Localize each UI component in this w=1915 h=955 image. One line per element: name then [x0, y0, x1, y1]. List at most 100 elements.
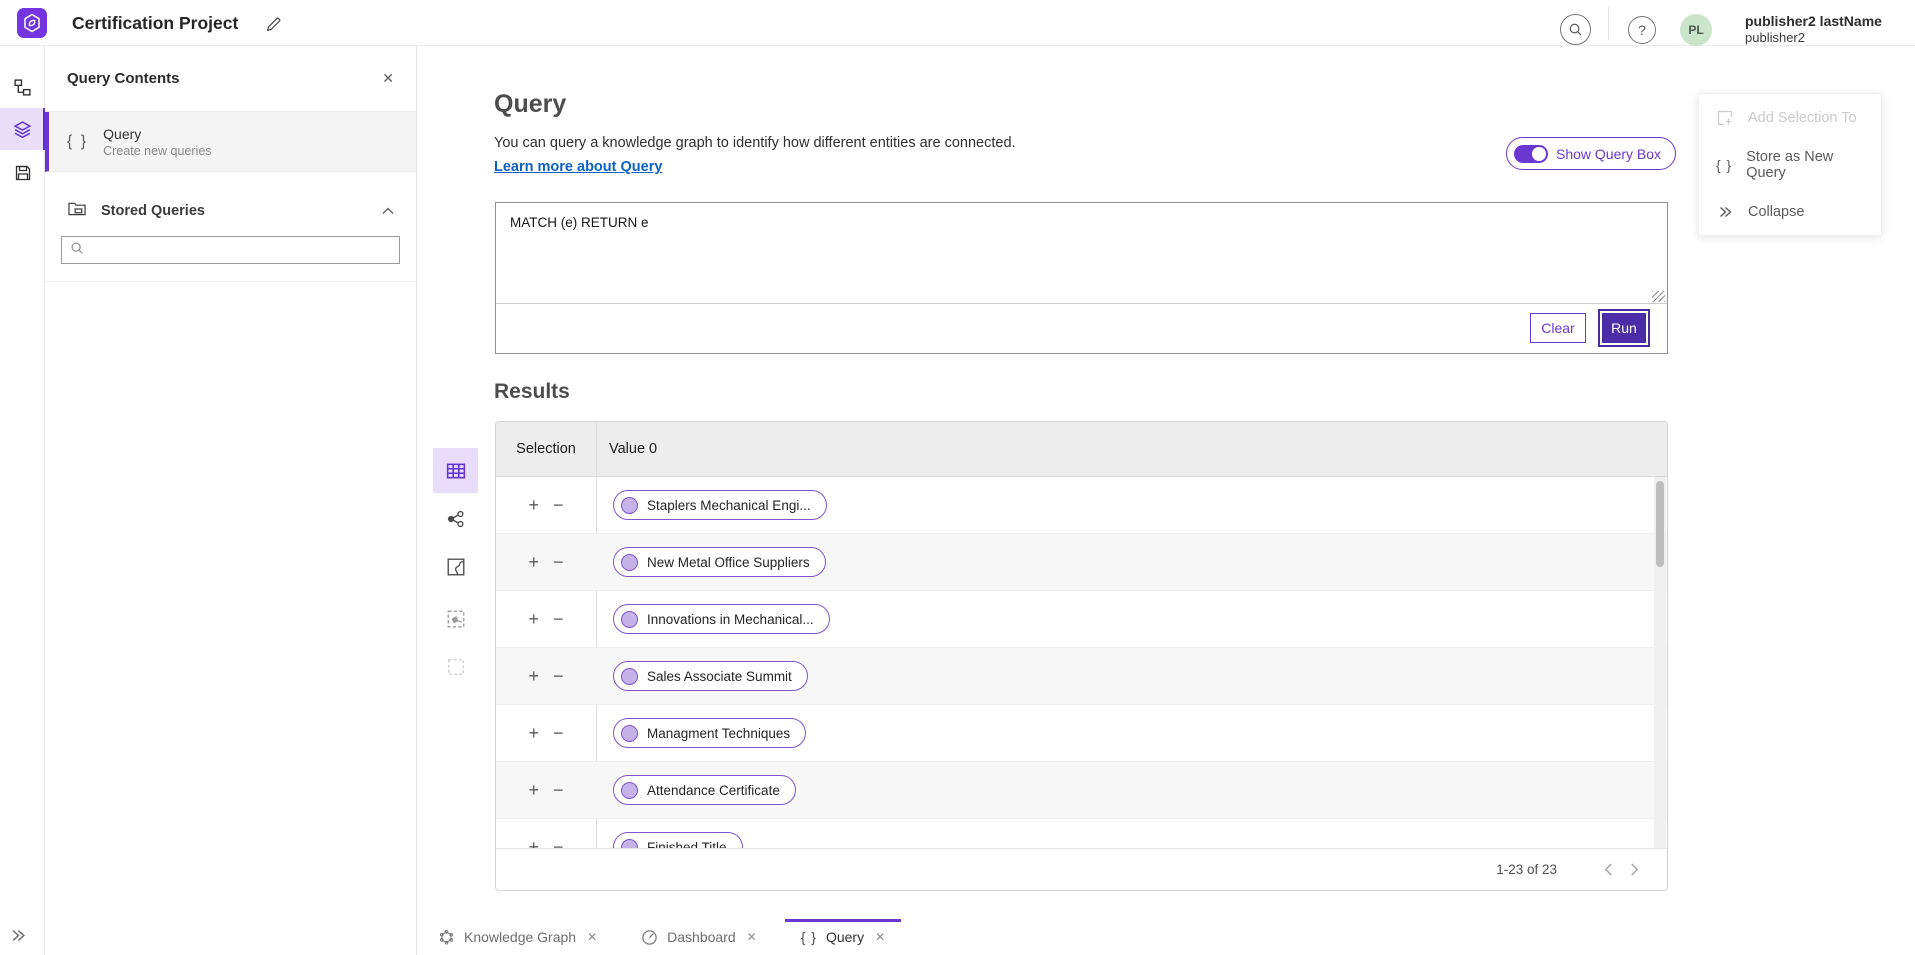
entity-label: Managment Techniques — [647, 726, 790, 741]
add-selection-plus-icon[interactable]: + — [528, 724, 539, 742]
entity-dot-icon — [621, 782, 638, 799]
tab-label: Query — [826, 929, 864, 945]
menu-item-add-selection-to[interactable]: Add Selection To — [1699, 94, 1881, 141]
table-view-icon[interactable] — [433, 448, 478, 493]
search-icon[interactable] — [1560, 14, 1591, 45]
search-icon — [70, 241, 84, 260]
query-box-footer: Clear Run — [496, 302, 1667, 353]
entity-pill[interactable]: Sales Associate Summit — [613, 661, 808, 691]
chevron-left-icon[interactable] — [1595, 857, 1621, 883]
add-selection-plus-icon[interactable]: + — [528, 553, 539, 571]
remove-selection-minus-icon[interactable]: − — [553, 781, 564, 799]
avatar[interactable]: PL — [1680, 14, 1712, 46]
map-view-icon[interactable] — [433, 544, 478, 589]
entity-dot-icon — [621, 497, 638, 514]
rail-item-contents-layers-icon[interactable] — [0, 108, 45, 150]
menu-item-collapse[interactable]: Collapse — [1699, 188, 1881, 235]
rail-item-save-icon[interactable] — [0, 152, 45, 194]
table-row: +− Managment Techniques — [496, 705, 1667, 762]
entity-dot-icon — [621, 611, 638, 628]
table-row: +− Innovations in Mechanical... — [496, 591, 1667, 648]
remove-selection-minus-icon[interactable]: − — [553, 838, 564, 848]
show-query-box-label: Show Query Box — [1556, 146, 1661, 162]
stored-queries-header[interactable]: Stored Queries — [45, 196, 416, 226]
entity-dot-icon — [621, 554, 638, 571]
chevron-right-icon[interactable] — [1621, 857, 1647, 883]
close-icon[interactable]: ✕ — [875, 930, 885, 944]
pagination-label: 1-23 of 23 — [1496, 862, 1557, 877]
folder-icon — [67, 200, 87, 222]
add-selection-plus-icon[interactable]: + — [528, 496, 539, 514]
show-query-box-toggle[interactable] — [1514, 145, 1548, 163]
results-table: Selection Value 0 +− Staplers Mechanical… — [495, 421, 1668, 891]
pagination-bar: 1-23 of 23 — [496, 848, 1667, 890]
close-icon[interactable]: ✕ — [587, 930, 597, 944]
bottom-tab-bar: Knowledge Graph ✕ Dashboard ✕ { } Query … — [418, 919, 1915, 955]
entity-pill[interactable]: Finished Title — [613, 832, 743, 848]
add-selection-plus-icon[interactable]: + — [528, 781, 539, 799]
query-text-input[interactable]: MATCH (e) RETURN e — [496, 203, 1667, 303]
remove-selection-minus-icon[interactable]: − — [553, 553, 564, 571]
resize-handle[interactable] — [1652, 291, 1665, 302]
learn-more-link[interactable]: Learn more about Query — [494, 159, 662, 175]
query-contents-panel: Query Contents ✕ { } Query Create new qu… — [45, 46, 417, 955]
table-row: + − Finished Title — [496, 819, 1667, 848]
entity-label: New Metal Office Suppliers — [647, 555, 810, 570]
remove-selection-minus-icon[interactable]: − — [553, 667, 564, 685]
project-title: Certification Project — [72, 0, 238, 46]
selection-view-icon[interactable] — [433, 644, 478, 689]
add-selection-plus-icon[interactable]: + — [528, 610, 539, 628]
tab-query[interactable]: { } Query ✕ — [785, 919, 901, 955]
tab-knowledge-graph[interactable]: Knowledge Graph ✕ — [422, 919, 613, 955]
table-row: +− New Metal Office Suppliers — [496, 534, 1667, 591]
clear-button[interactable]: Clear — [1530, 313, 1586, 343]
menu-item-store-as-new-query[interactable]: { } Store as New Query — [1699, 141, 1881, 188]
panel-divider — [45, 281, 416, 282]
page-title: Query — [494, 90, 566, 119]
results-title: Results — [494, 380, 570, 404]
entity-pill[interactable]: Attendance Certificate — [613, 775, 796, 805]
edit-title-pencil-icon[interactable] — [262, 13, 284, 35]
remove-selection-minus-icon[interactable]: − — [553, 724, 564, 742]
close-icon[interactable]: ✕ — [382, 70, 394, 87]
braces-icon: { } — [1715, 157, 1733, 173]
menu-item-label: Add Selection To — [1748, 110, 1857, 126]
table-rows-viewport: +− Staplers Mechanical Engi... +− New Me… — [496, 477, 1667, 848]
run-button[interactable]: Run — [1600, 311, 1648, 345]
help-icon[interactable]: ? — [1628, 16, 1656, 44]
tab-label: Dashboard — [667, 929, 736, 945]
braces-icon: { } — [67, 133, 88, 151]
panel-title: Query Contents — [67, 70, 180, 87]
entity-label: Sales Associate Summit — [647, 669, 792, 684]
topbar-divider — [1608, 7, 1609, 40]
query-contents-item[interactable]: { } Query Create new queries — [45, 112, 416, 172]
menu-item-label: Store as New Query — [1746, 149, 1865, 181]
table-row: +− Staplers Mechanical Engi... — [496, 477, 1667, 534]
search-input[interactable] — [90, 243, 391, 258]
remove-selection-minus-icon[interactable]: − — [553, 610, 564, 628]
top-bar: Certification Project ? PL publisher2 la… — [0, 0, 1915, 46]
knowledge-graph-icon — [438, 929, 455, 946]
menu-item-label: Collapse — [1748, 204, 1804, 220]
entity-pill[interactable]: Innovations in Mechanical... — [613, 604, 830, 634]
chevron-up-icon[interactable] — [382, 202, 394, 220]
entity-pill[interactable]: Staplers Mechanical Engi... — [613, 490, 827, 520]
expand-panel-double-chevron-icon[interactable] — [11, 929, 26, 945]
entity-pill[interactable]: Managment Techniques — [613, 718, 806, 748]
tab-dashboard[interactable]: Dashboard ✕ — [625, 919, 773, 955]
user-username: publisher2 — [1745, 30, 1805, 45]
add-selection-plus-icon[interactable]: + — [528, 667, 539, 685]
scrollbar-thumb[interactable] — [1656, 481, 1664, 567]
rail-item-model-icon[interactable] — [0, 66, 45, 108]
add-selection-plus-icon[interactable]: + — [528, 838, 539, 848]
double-chevron-right-icon — [1715, 206, 1735, 218]
entity-pill[interactable]: New Metal Office Suppliers — [613, 547, 826, 577]
close-icon[interactable]: ✕ — [747, 930, 757, 944]
remove-selection-minus-icon[interactable]: − — [553, 496, 564, 514]
entity-dot-icon — [621, 668, 638, 685]
show-query-box-button[interactable]: Show Query Box — [1506, 137, 1676, 170]
stored-queries-label: Stored Queries — [101, 203, 205, 219]
entity-label: Innovations in Mechanical... — [647, 612, 814, 627]
link-chart-view-icon[interactable] — [433, 496, 478, 541]
add-to-map-view-icon[interactable] — [433, 596, 478, 641]
